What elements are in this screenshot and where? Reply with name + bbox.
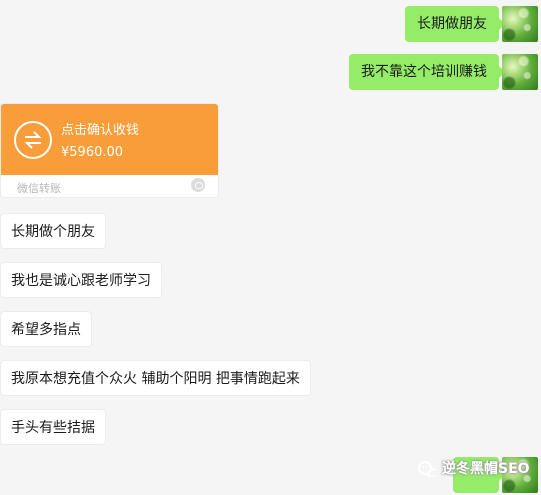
transfer-amount: ¥5960.00 xyxy=(61,145,124,160)
message-bubble-incoming[interactable]: 我原本想充值个众火 辅助个阳明 把事情跑起来 xyxy=(0,360,311,396)
wechat-official-account-icon xyxy=(418,461,436,477)
transfer-card[interactable]: 点击确认收钱 ¥5960.00 微信转账 xyxy=(0,103,219,198)
transfer-card-header: 点击确认收钱 ¥5960.00 xyxy=(1,104,218,175)
message-bubble-incoming[interactable]: 我也是诚心跟老师学习 xyxy=(0,262,162,298)
message-bubble-outgoing[interactable]: 长期做朋友 xyxy=(405,6,505,42)
avatar[interactable] xyxy=(502,6,538,42)
watermark-text: 逆冬黑帽SEO xyxy=(442,461,530,477)
transfer-title: 点击确认收钱 xyxy=(61,123,140,138)
message-bubble-incoming[interactable]: 长期做个朋友 xyxy=(0,213,106,249)
avatar[interactable] xyxy=(502,54,538,90)
wechat-pay-icon xyxy=(191,178,205,192)
message-bubble-outgoing[interactable]: 我不靠这个培训赚钱 xyxy=(349,54,505,90)
transfer-arrows-icon xyxy=(14,121,52,159)
message-bubble-incoming[interactable]: 希望多指点 xyxy=(0,311,92,347)
transfer-footer-label: 微信转账 xyxy=(17,182,61,195)
chat-window: 长期做朋友 我不靠这个培训赚钱 点击确认收钱 ¥5960.00 微信转账 长期做… xyxy=(0,0,541,495)
message-bubble-incoming[interactable]: 手头有些拮据 xyxy=(0,409,106,445)
